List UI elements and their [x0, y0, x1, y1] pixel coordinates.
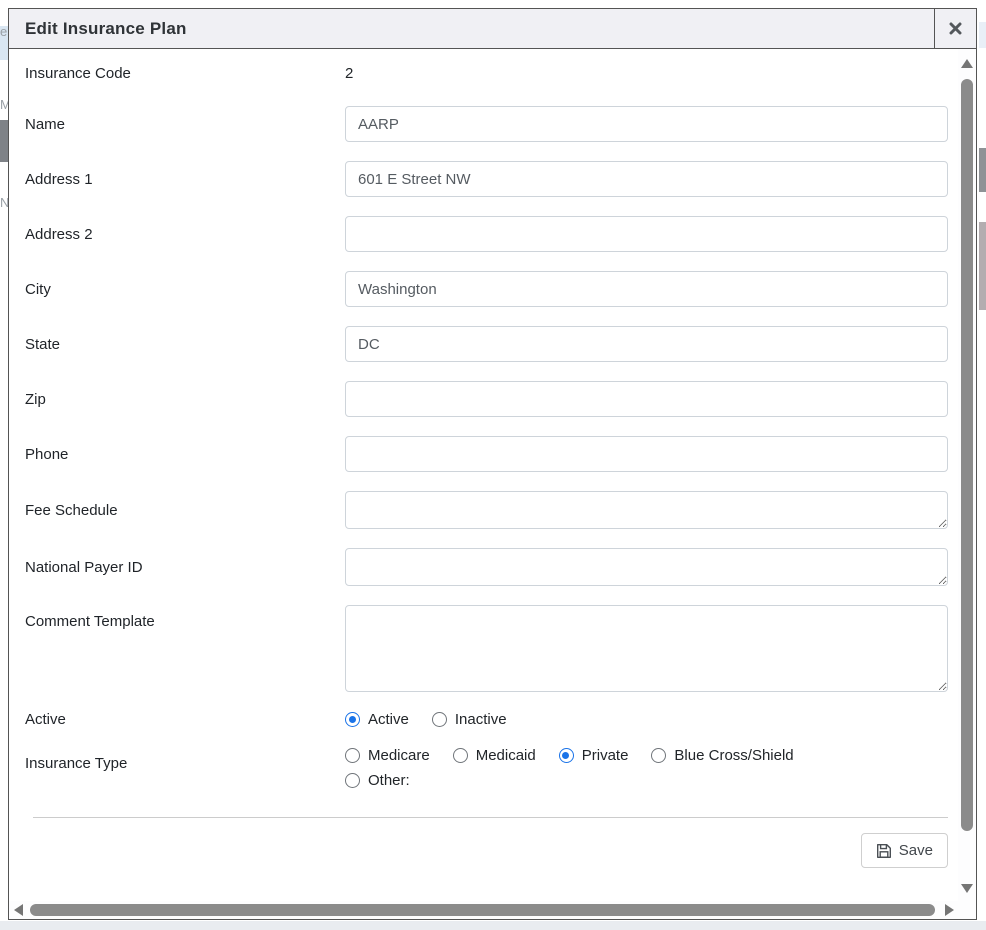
- radio-option-blue-cross-shield[interactable]: Blue Cross/Shield: [651, 747, 793, 764]
- footer-divider: [33, 817, 948, 818]
- field-label: Insurance Type: [25, 747, 345, 772]
- radio-icon[interactable]: [651, 748, 666, 763]
- form-row-state: State: [25, 326, 948, 362]
- radio-icon[interactable]: [432, 712, 447, 727]
- radio-option-inactive[interactable]: Inactive: [432, 711, 507, 728]
- radio-icon[interactable]: [453, 748, 468, 763]
- radio-option-other[interactable]: Other:: [345, 772, 410, 789]
- address2-input[interactable]: [345, 216, 948, 252]
- zip-input[interactable]: [345, 381, 948, 417]
- form-row-phone: Phone: [25, 436, 948, 472]
- form-row-name: Name: [25, 106, 948, 142]
- insurance-type-radio-group: Medicare Medicaid Private Blue Cros: [345, 747, 948, 789]
- floppy-disk-icon: [876, 843, 892, 859]
- active-radio-group: Active Inactive: [345, 711, 948, 728]
- form-row-address2: Address 2: [25, 216, 948, 252]
- form-row-insurance-code: Insurance Code 2: [25, 65, 948, 82]
- phone-input[interactable]: [345, 436, 948, 472]
- backdrop-fragment: [979, 22, 986, 48]
- field-label: City: [25, 281, 345, 298]
- radio-label: Inactive: [455, 711, 507, 728]
- vertical-scrollbar[interactable]: [958, 49, 976, 901]
- dialog-footer: Save: [25, 833, 948, 868]
- dialog-title: Edit Insurance Plan: [9, 9, 934, 48]
- scroll-left-icon[interactable]: [14, 904, 23, 916]
- radio-icon[interactable]: [345, 773, 360, 788]
- field-label: Fee Schedule: [25, 502, 345, 519]
- city-input[interactable]: [345, 271, 948, 307]
- form-row-national-payer-id: National Payer ID: [25, 548, 948, 586]
- radio-label: Medicaid: [476, 747, 536, 764]
- backdrop-fragment: [979, 148, 986, 192]
- field-label: Comment Template: [25, 605, 345, 630]
- backdrop-fragment: [0, 120, 8, 162]
- national-payer-id-textarea[interactable]: [345, 548, 948, 586]
- radio-label: Medicare: [368, 747, 430, 764]
- horizontal-scrollbar[interactable]: [9, 901, 976, 919]
- dialog-header: Edit Insurance Plan: [9, 9, 976, 49]
- radio-label: Blue Cross/Shield: [674, 747, 793, 764]
- save-button-label: Save: [899, 842, 933, 859]
- field-label: Address 2: [25, 226, 345, 243]
- field-label: National Payer ID: [25, 559, 345, 576]
- field-label: Active: [25, 711, 345, 728]
- state-input[interactable]: [345, 326, 948, 362]
- comment-template-textarea[interactable]: [345, 605, 948, 692]
- fee-schedule-textarea[interactable]: [345, 491, 948, 529]
- field-label: Address 1: [25, 171, 345, 188]
- form-row-city: City: [25, 271, 948, 307]
- field-label: Name: [25, 116, 345, 133]
- name-input[interactable]: [345, 106, 948, 142]
- edit-insurance-plan-dialog: Edit Insurance Plan Insurance Code 2 Nam…: [8, 8, 977, 920]
- dialog-body: Insurance Code 2 Name Address 1 Address …: [9, 49, 976, 919]
- radio-option-medicaid[interactable]: Medicaid: [453, 747, 536, 764]
- form-row-address1: Address 1: [25, 161, 948, 197]
- field-label: Zip: [25, 391, 345, 408]
- scroll-up-icon[interactable]: [961, 59, 973, 68]
- backdrop-fragment: [0, 921, 986, 930]
- close-button[interactable]: [934, 9, 976, 48]
- backdrop-fragment: [979, 222, 986, 310]
- form-row-fee-schedule: Fee Schedule: [25, 491, 948, 529]
- form-row-comment-template: Comment Template: [25, 605, 948, 692]
- address1-input[interactable]: [345, 161, 948, 197]
- insurance-code-value: 2: [345, 65, 948, 82]
- scroll-right-icon[interactable]: [945, 904, 954, 916]
- radio-option-active[interactable]: Active: [345, 711, 409, 728]
- save-button[interactable]: Save: [861, 833, 948, 868]
- radio-option-private[interactable]: Private: [559, 747, 629, 764]
- field-label: Phone: [25, 446, 345, 463]
- close-icon: [949, 22, 962, 35]
- form-row-zip: Zip: [25, 381, 948, 417]
- scroll-down-icon[interactable]: [961, 884, 973, 893]
- radio-label: Other:: [368, 772, 410, 789]
- radio-selected-icon[interactable]: [559, 748, 574, 763]
- field-label: State: [25, 336, 345, 353]
- form-row-insurance-type: Insurance Type Medicare Medicaid: [25, 747, 948, 789]
- backdrop-text-fragment: N: [0, 195, 8, 211]
- field-label: Insurance Code: [25, 65, 345, 82]
- backdrop-text-fragment: Ma: [0, 97, 8, 113]
- radio-label: Active: [368, 711, 409, 728]
- horizontal-scrollbar-thumb[interactable]: [30, 904, 935, 916]
- form-row-active: Active Active Inactive: [25, 711, 948, 728]
- radio-option-medicare[interactable]: Medicare: [345, 747, 430, 764]
- form-content: Insurance Code 2 Name Address 1 Address …: [9, 49, 958, 901]
- vertical-scrollbar-thumb[interactable]: [961, 79, 973, 831]
- backdrop-text-fragment: er: [0, 24, 8, 39]
- radio-icon[interactable]: [345, 748, 360, 763]
- radio-selected-icon[interactable]: [345, 712, 360, 727]
- radio-label: Private: [582, 747, 629, 764]
